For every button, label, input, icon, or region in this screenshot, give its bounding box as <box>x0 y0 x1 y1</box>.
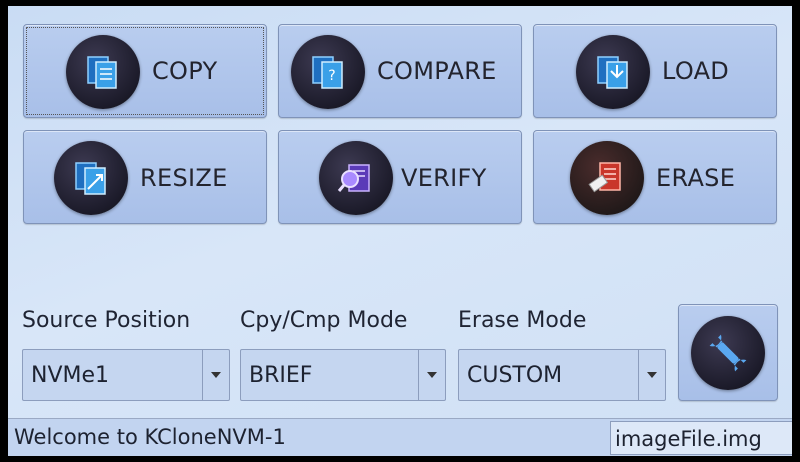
erase-mode-label: Erase Mode <box>458 308 587 333</box>
source-position-select[interactable]: NVMe1 <box>22 349 230 401</box>
svg-text:?: ? <box>328 68 335 84</box>
chevron-down-icon[interactable] <box>638 350 665 400</box>
erase-mode-value: CUSTOM <box>467 362 563 388</box>
load-button[interactable]: LOAD <box>533 24 777 118</box>
tools-button[interactable] <box>678 304 778 401</box>
compare-document-icon: ? <box>291 35 365 109</box>
source-position-label: Source Position <box>22 308 191 333</box>
resize-document-icon <box>54 141 128 215</box>
erase-mode-select[interactable]: CUSTOM <box>458 349 666 401</box>
magnifier-document-icon <box>319 141 393 215</box>
status-message: Welcome to KCloneNVM-1 <box>14 425 286 449</box>
verify-label: VERIFY <box>401 164 487 192</box>
status-bar: Welcome to KCloneNVM-1 imageFile.img <box>8 418 792 456</box>
cpy-cmp-mode-value: BRIEF <box>249 362 313 388</box>
cpy-cmp-mode-label: Cpy/Cmp Mode <box>240 308 408 333</box>
resize-label: RESIZE <box>140 164 228 192</box>
verify-button[interactable]: VERIFY <box>278 130 522 224</box>
compare-label: COMPARE <box>377 57 497 85</box>
load-label: LOAD <box>662 57 730 85</box>
copy-document-icon <box>66 35 140 109</box>
copy-label: COPY <box>152 57 218 85</box>
chevron-down-icon[interactable] <box>202 350 229 400</box>
resize-button[interactable]: RESIZE <box>23 130 267 224</box>
wrench-icon <box>691 316 765 390</box>
erase-button[interactable]: ERASE <box>533 130 777 224</box>
cpy-cmp-mode-select[interactable]: BRIEF <box>240 349 446 401</box>
compare-button[interactable]: ? COMPARE <box>278 24 522 118</box>
image-file-name: imageFile.img <box>615 427 762 451</box>
image-file-field[interactable]: imageFile.img <box>610 421 792 455</box>
load-document-icon <box>576 35 650 109</box>
erase-label: ERASE <box>656 164 736 192</box>
app-screen: COPY ? COMPARE LOAD RESIZE VERIFY ERASE … <box>8 6 792 456</box>
chevron-down-icon[interactable] <box>418 350 445 400</box>
eraser-document-icon <box>570 141 644 215</box>
source-position-value: NVMe1 <box>31 362 110 388</box>
copy-button[interactable]: COPY <box>23 24 267 118</box>
